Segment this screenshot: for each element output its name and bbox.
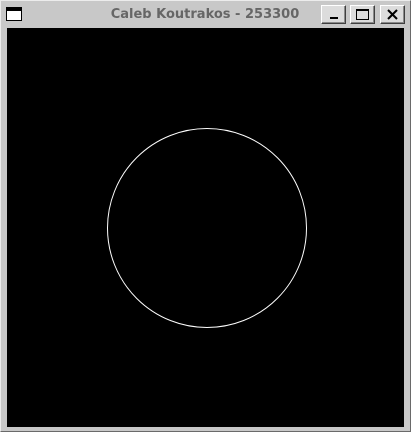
title-bar[interactable]: Caleb Koutrakos - 253300	[1, 1, 410, 28]
close-button[interactable]	[380, 5, 405, 24]
app-window: Caleb Koutrakos - 253300	[0, 0, 411, 432]
close-icon	[387, 9, 398, 20]
window-title: Caleb Koutrakos - 253300	[110, 7, 300, 22]
circle-shape	[107, 128, 307, 328]
minimize-icon	[330, 17, 338, 19]
minimize-button[interactable]	[321, 5, 346, 24]
window-menu-icon[interactable]	[6, 7, 22, 21]
maximize-icon	[356, 9, 369, 20]
drawing-canvas[interactable]	[7, 28, 404, 427]
canvas-svg	[107, 128, 307, 328]
maximize-button[interactable]	[350, 5, 375, 24]
